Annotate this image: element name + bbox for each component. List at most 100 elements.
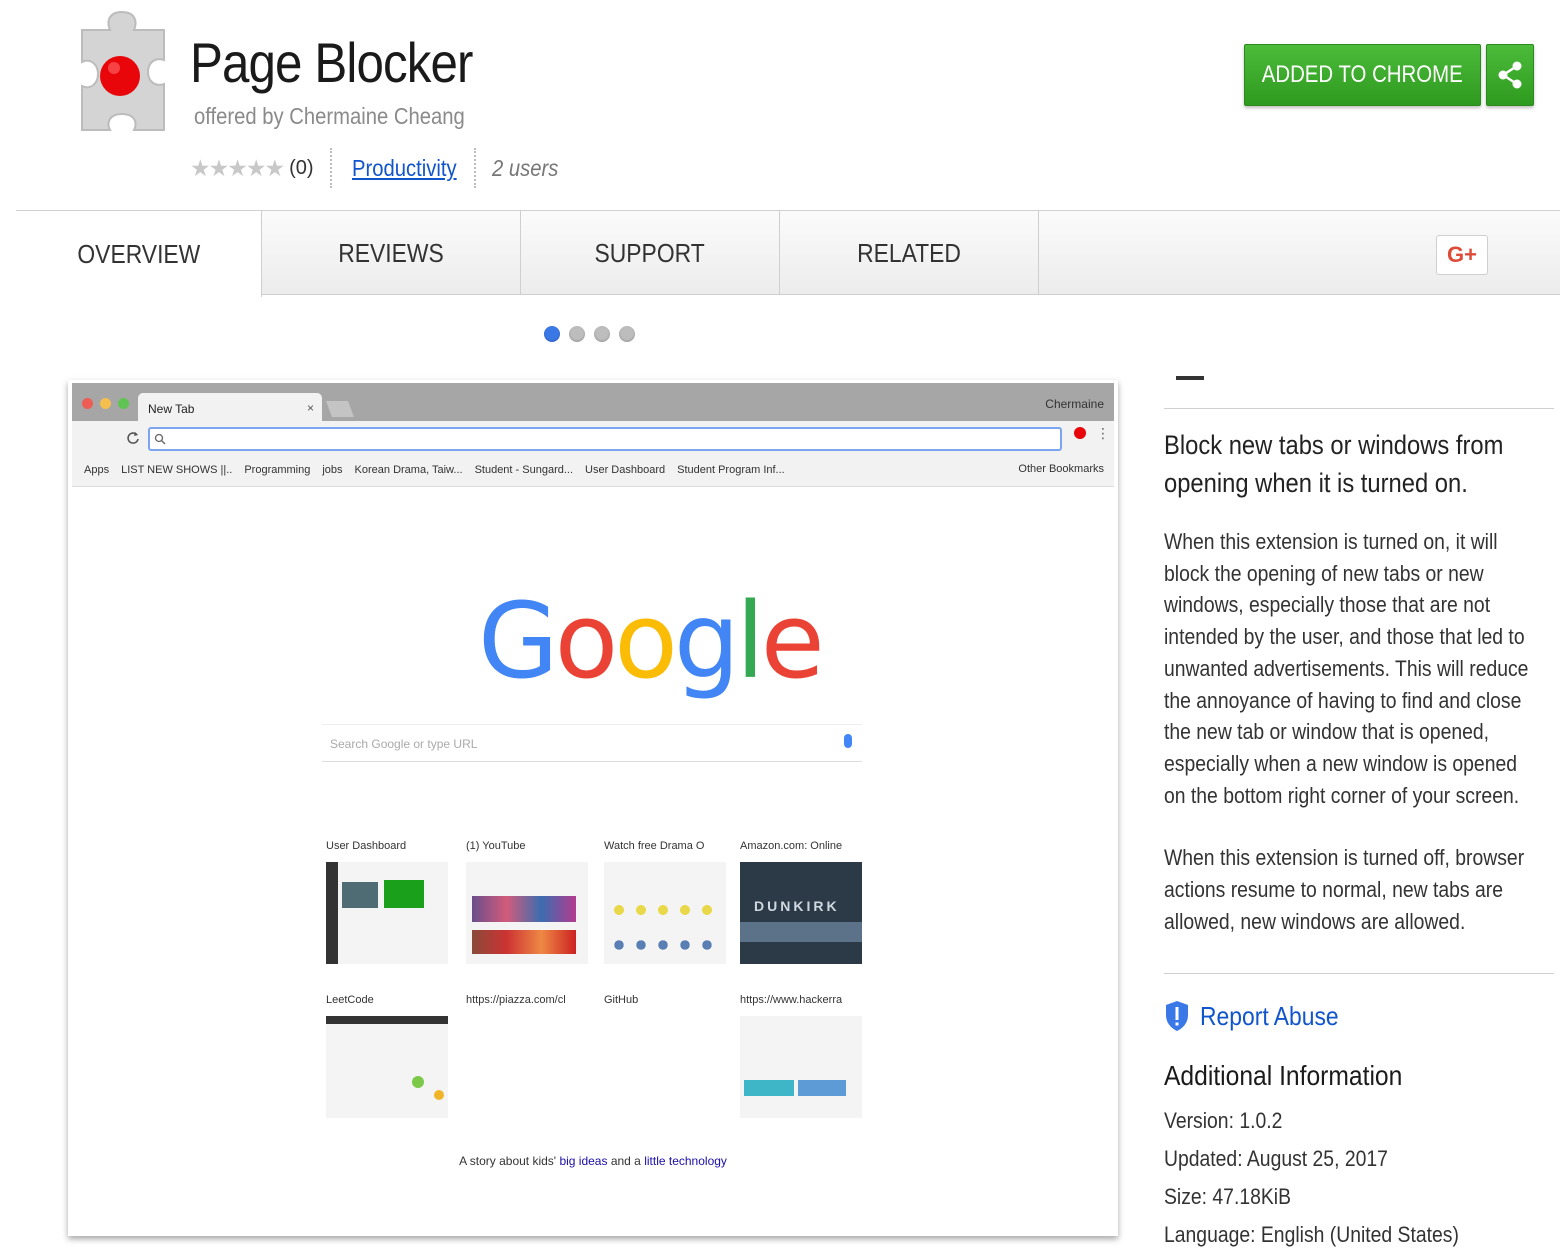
category-link[interactable]: Productivity: [352, 155, 457, 182]
description-paragraph: When this extension is turned on, it wil…: [1164, 529, 1529, 808]
tile-thumb-title: DUNKIRK: [754, 898, 840, 914]
tab-label: SUPPORT: [594, 237, 706, 268]
minimize-dot-icon: [100, 398, 111, 409]
tab-label: RELATED: [857, 237, 961, 268]
bookmark-item: Apps: [84, 463, 110, 476]
google-logo-letter: l: [735, 580, 765, 702]
google-logo: Google: [478, 580, 825, 702]
doodle-caption: A story about kids' big ideas and a litt…: [68, 1154, 1118, 1168]
tile-label: https://piazza.com/cl: [466, 994, 566, 1006]
tile-thumbnail: [740, 1016, 862, 1118]
tile-thumbnail: [604, 1016, 726, 1118]
browser-tab: New Tab ×: [138, 393, 322, 423]
screenshot-image[interactable]: New Tab × Chermaine ☆ ⋮ Apps LIST NEW SH…: [68, 380, 1118, 1236]
bookmark-item: Student - Sungard...: [474, 463, 574, 476]
tile-label: LeetCode: [326, 994, 374, 1006]
tile-thumbnail: [604, 862, 726, 964]
share-button[interactable]: [1486, 44, 1534, 106]
maximize-dot-icon: [118, 398, 129, 409]
puzzle-extension-icon: [81, 10, 165, 131]
tile-thumbnail: [326, 862, 448, 964]
most-visited-tile: Watch free Drama O: [604, 840, 726, 980]
bookmark-item: Student Program Inf...: [677, 463, 785, 476]
partial-heading-mark: [1176, 376, 1204, 380]
divider: [329, 148, 332, 188]
caption-text: A story about kids': [459, 1154, 557, 1168]
close-dot-icon: [82, 398, 93, 409]
bookmark-item: User Dashboard: [585, 463, 666, 476]
tab-close-icon: ×: [306, 401, 314, 415]
caption-link: little technology: [644, 1154, 727, 1168]
carousel-dot[interactable]: [569, 326, 585, 342]
google-search-box: Search Google or type URL: [322, 724, 862, 762]
browser-tab-title: New Tab: [148, 402, 195, 416]
tile-label: User Dashboard: [326, 840, 407, 852]
tile-label: GitHub: [604, 994, 639, 1006]
size-info: Size: 47.18KiB: [1164, 1184, 1291, 1209]
tile-label: Amazon.com: Online: [740, 840, 843, 852]
bookmark-item: jobs: [322, 463, 343, 476]
offered-by: offered by Chermaine Cheang: [194, 103, 465, 129]
extension-summary: Block new tabs or windows from opening w…: [1164, 430, 1504, 498]
updated-info: Updated: August 25, 2017: [1164, 1146, 1388, 1171]
meta-row: ★★★★★ (0) Productivity 2 users: [190, 148, 567, 188]
tab-support[interactable]: SUPPORT: [521, 211, 780, 295]
tab-overview[interactable]: OVERVIEW: [16, 211, 262, 297]
google-logo-letter: o: [614, 580, 678, 702]
tile-thumbnail: [466, 862, 588, 964]
bookmark-item: Programming: [244, 463, 311, 476]
rating-stars[interactable]: ★★★★★: [190, 155, 285, 182]
extension-title: Page Blocker: [190, 31, 473, 94]
divider: [473, 148, 476, 188]
tile-label: (1) YouTube: [466, 840, 526, 852]
carousel-dot[interactable]: [594, 326, 610, 342]
description-paragraph: When this extension is turned off, brows…: [1164, 845, 1525, 934]
bookmark-item: Korean Drama, Taiw...: [354, 463, 463, 476]
microphone-icon: [844, 734, 852, 748]
most-visited-tile: https://piazza.com/cl: [466, 994, 588, 1134]
added-to-chrome-button[interactable]: ADDED TO CHROME: [1244, 44, 1481, 106]
user-count: 2 users: [491, 154, 558, 181]
tile-label: Watch free Drama O: [604, 840, 705, 852]
bookmarks-bar: Apps LIST NEW SHOWS ||.. Programming job…: [72, 453, 1114, 487]
divider: [1164, 408, 1554, 409]
tile-thumbnail: DUNKIRK: [740, 862, 862, 964]
most-visited-tile: User Dashboard: [326, 840, 448, 980]
rating-count[interactable]: (0): [289, 157, 313, 180]
search-icon: [154, 433, 166, 445]
divider: [1164, 973, 1554, 974]
caption-text: and a: [610, 1154, 641, 1168]
extension-description: When this extension is turned on, it wil…: [1164, 526, 1542, 937]
version-info: Version: 1.0.2: [1164, 1108, 1283, 1133]
profile-name: Chermaine: [1045, 397, 1104, 411]
new-tab-icon: [326, 401, 354, 417]
other-bookmarks: Other Bookmarks: [1018, 463, 1104, 475]
report-abuse-label: Report Abuse: [1200, 1000, 1339, 1031]
google-logo-letter: G: [478, 580, 559, 702]
tile-thumbnail: [466, 1016, 588, 1118]
google-logo-letter: e: [760, 580, 825, 702]
most-visited-tile: GitHub: [604, 994, 726, 1134]
most-visited-tile: Amazon.com: Online DUNKIRK: [740, 840, 862, 980]
most-visited-tile: https://www.hackerra: [740, 994, 862, 1134]
tab-reviews[interactable]: REVIEWS: [262, 211, 521, 295]
tile-thumbnail: [326, 1016, 448, 1118]
caption-link: big ideas: [559, 1154, 608, 1168]
tab-related[interactable]: RELATED: [780, 211, 1039, 295]
additional-info-heading: Additional Information: [1164, 1060, 1403, 1091]
report-abuse-link[interactable]: Report Abuse: [1164, 1000, 1358, 1032]
most-visited-tile: LeetCode: [326, 994, 448, 1134]
page-blocker-icon: [1074, 427, 1086, 439]
bookmark-item: LIST NEW SHOWS ||..: [121, 463, 233, 476]
carousel-dot[interactable]: [544, 326, 560, 342]
tab-label: REVIEWS: [338, 237, 444, 268]
extension-header: Page Blocker offered by Chermaine Cheang…: [0, 0, 1560, 212]
tile-label: https://www.hackerra: [740, 994, 843, 1006]
google-logo-letter: g: [673, 580, 740, 702]
tab-bar: OVERVIEW REVIEWS SUPPORT RELATED G+: [16, 210, 1560, 297]
added-to-chrome-label: ADDED TO CHROME: [1262, 61, 1464, 88]
most-visited-tile: (1) YouTube: [466, 840, 588, 980]
carousel-dot[interactable]: [619, 326, 635, 342]
google-plus-button[interactable]: G+: [1436, 235, 1488, 275]
language-info: Language: English (United States): [1164, 1222, 1459, 1247]
